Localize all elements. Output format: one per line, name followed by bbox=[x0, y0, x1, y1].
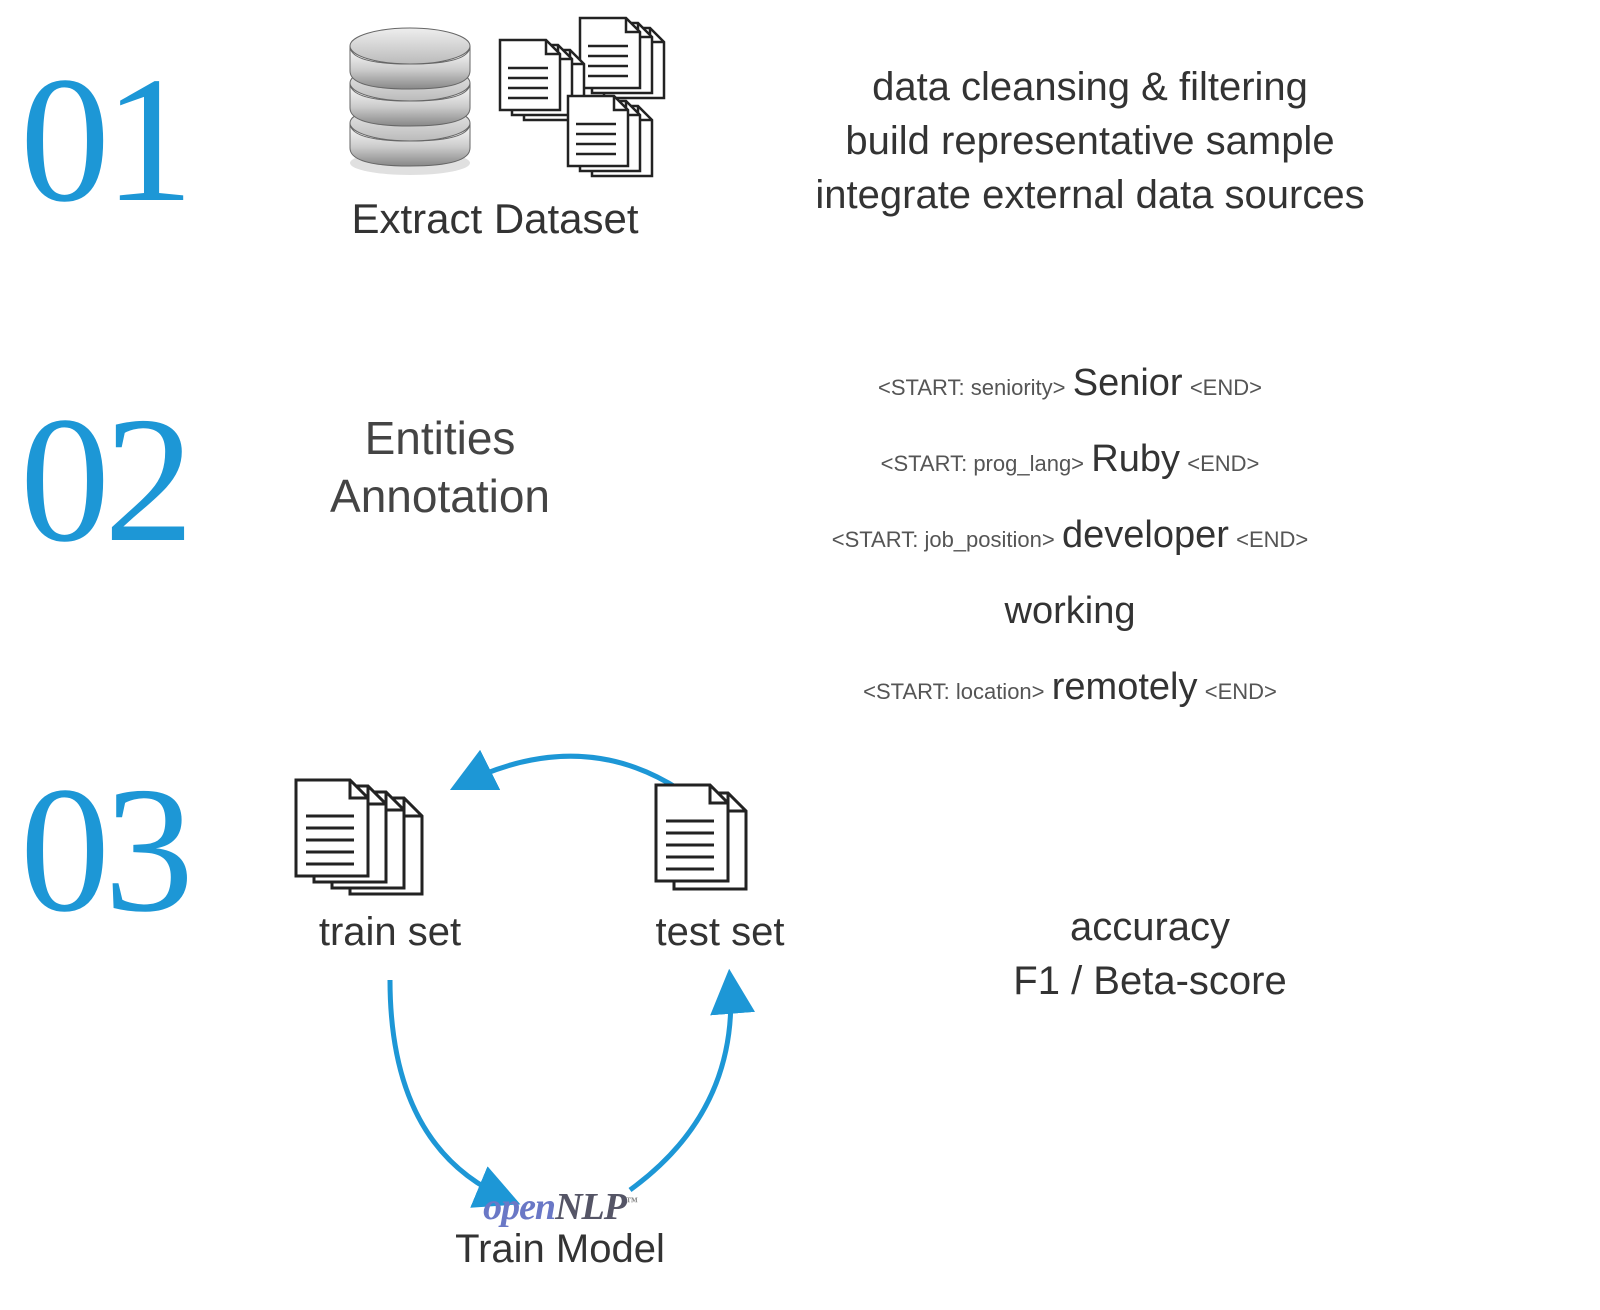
metric-f1: F1 / Beta-score bbox=[900, 954, 1400, 1008]
opennlp-block: openNLP™ Train Model bbox=[430, 1185, 690, 1272]
train-model-label: Train Model bbox=[430, 1227, 690, 1272]
step1-desc-line3: integrate external data sources bbox=[740, 168, 1440, 222]
step3-metrics: accuracy F1 / Beta-score bbox=[900, 900, 1400, 1008]
annotation-line-working: working bbox=[720, 573, 1420, 649]
opennlp-logo: openNLP™ bbox=[430, 1185, 690, 1229]
step2-title-line2a: A bbox=[330, 470, 361, 522]
annotation-line-seniority: <START: seniority> Senior <END> bbox=[720, 345, 1420, 421]
test-set-label: test set bbox=[620, 910, 820, 955]
train-set-label: train set bbox=[290, 910, 490, 955]
metric-accuracy: accuracy bbox=[900, 900, 1400, 954]
test-set-icon bbox=[650, 785, 780, 920]
step-number-01: 01 bbox=[20, 50, 188, 230]
annotation-line-location: <START: location> remotely <END> bbox=[720, 649, 1420, 725]
database-icon bbox=[340, 28, 480, 183]
step1-desc-line1: data cleansing & filtering bbox=[740, 60, 1440, 114]
step-number-02: 02 bbox=[20, 390, 188, 570]
step1-title: Extract Dataset bbox=[300, 195, 690, 243]
annotation-line-proglang: <START: prog_lang> Ruby <END> bbox=[720, 421, 1420, 497]
step2-title-line1: Entities bbox=[290, 410, 590, 468]
annotation-examples: <START: seniority> Senior <END> <START: … bbox=[720, 345, 1420, 725]
documents-stack-icon bbox=[490, 18, 690, 193]
train-set-icon bbox=[290, 780, 460, 925]
step2-title: Entities Annotation bbox=[290, 410, 590, 525]
step1-description: data cleansing & filtering build represe… bbox=[740, 60, 1440, 222]
step2-title-line2b: nnotation bbox=[361, 470, 550, 522]
train-test-cycle: train set test set openNLP™ Train Model bbox=[260, 730, 820, 1290]
step-number-03: 03 bbox=[20, 760, 188, 940]
annotation-line-jobposition: <START: job_position> developer <END> bbox=[720, 497, 1420, 573]
step1-desc-line2: build representative sample bbox=[740, 114, 1440, 168]
step1-title-reg: Dataset bbox=[494, 195, 639, 242]
step1-title-light: Extract bbox=[351, 195, 493, 242]
